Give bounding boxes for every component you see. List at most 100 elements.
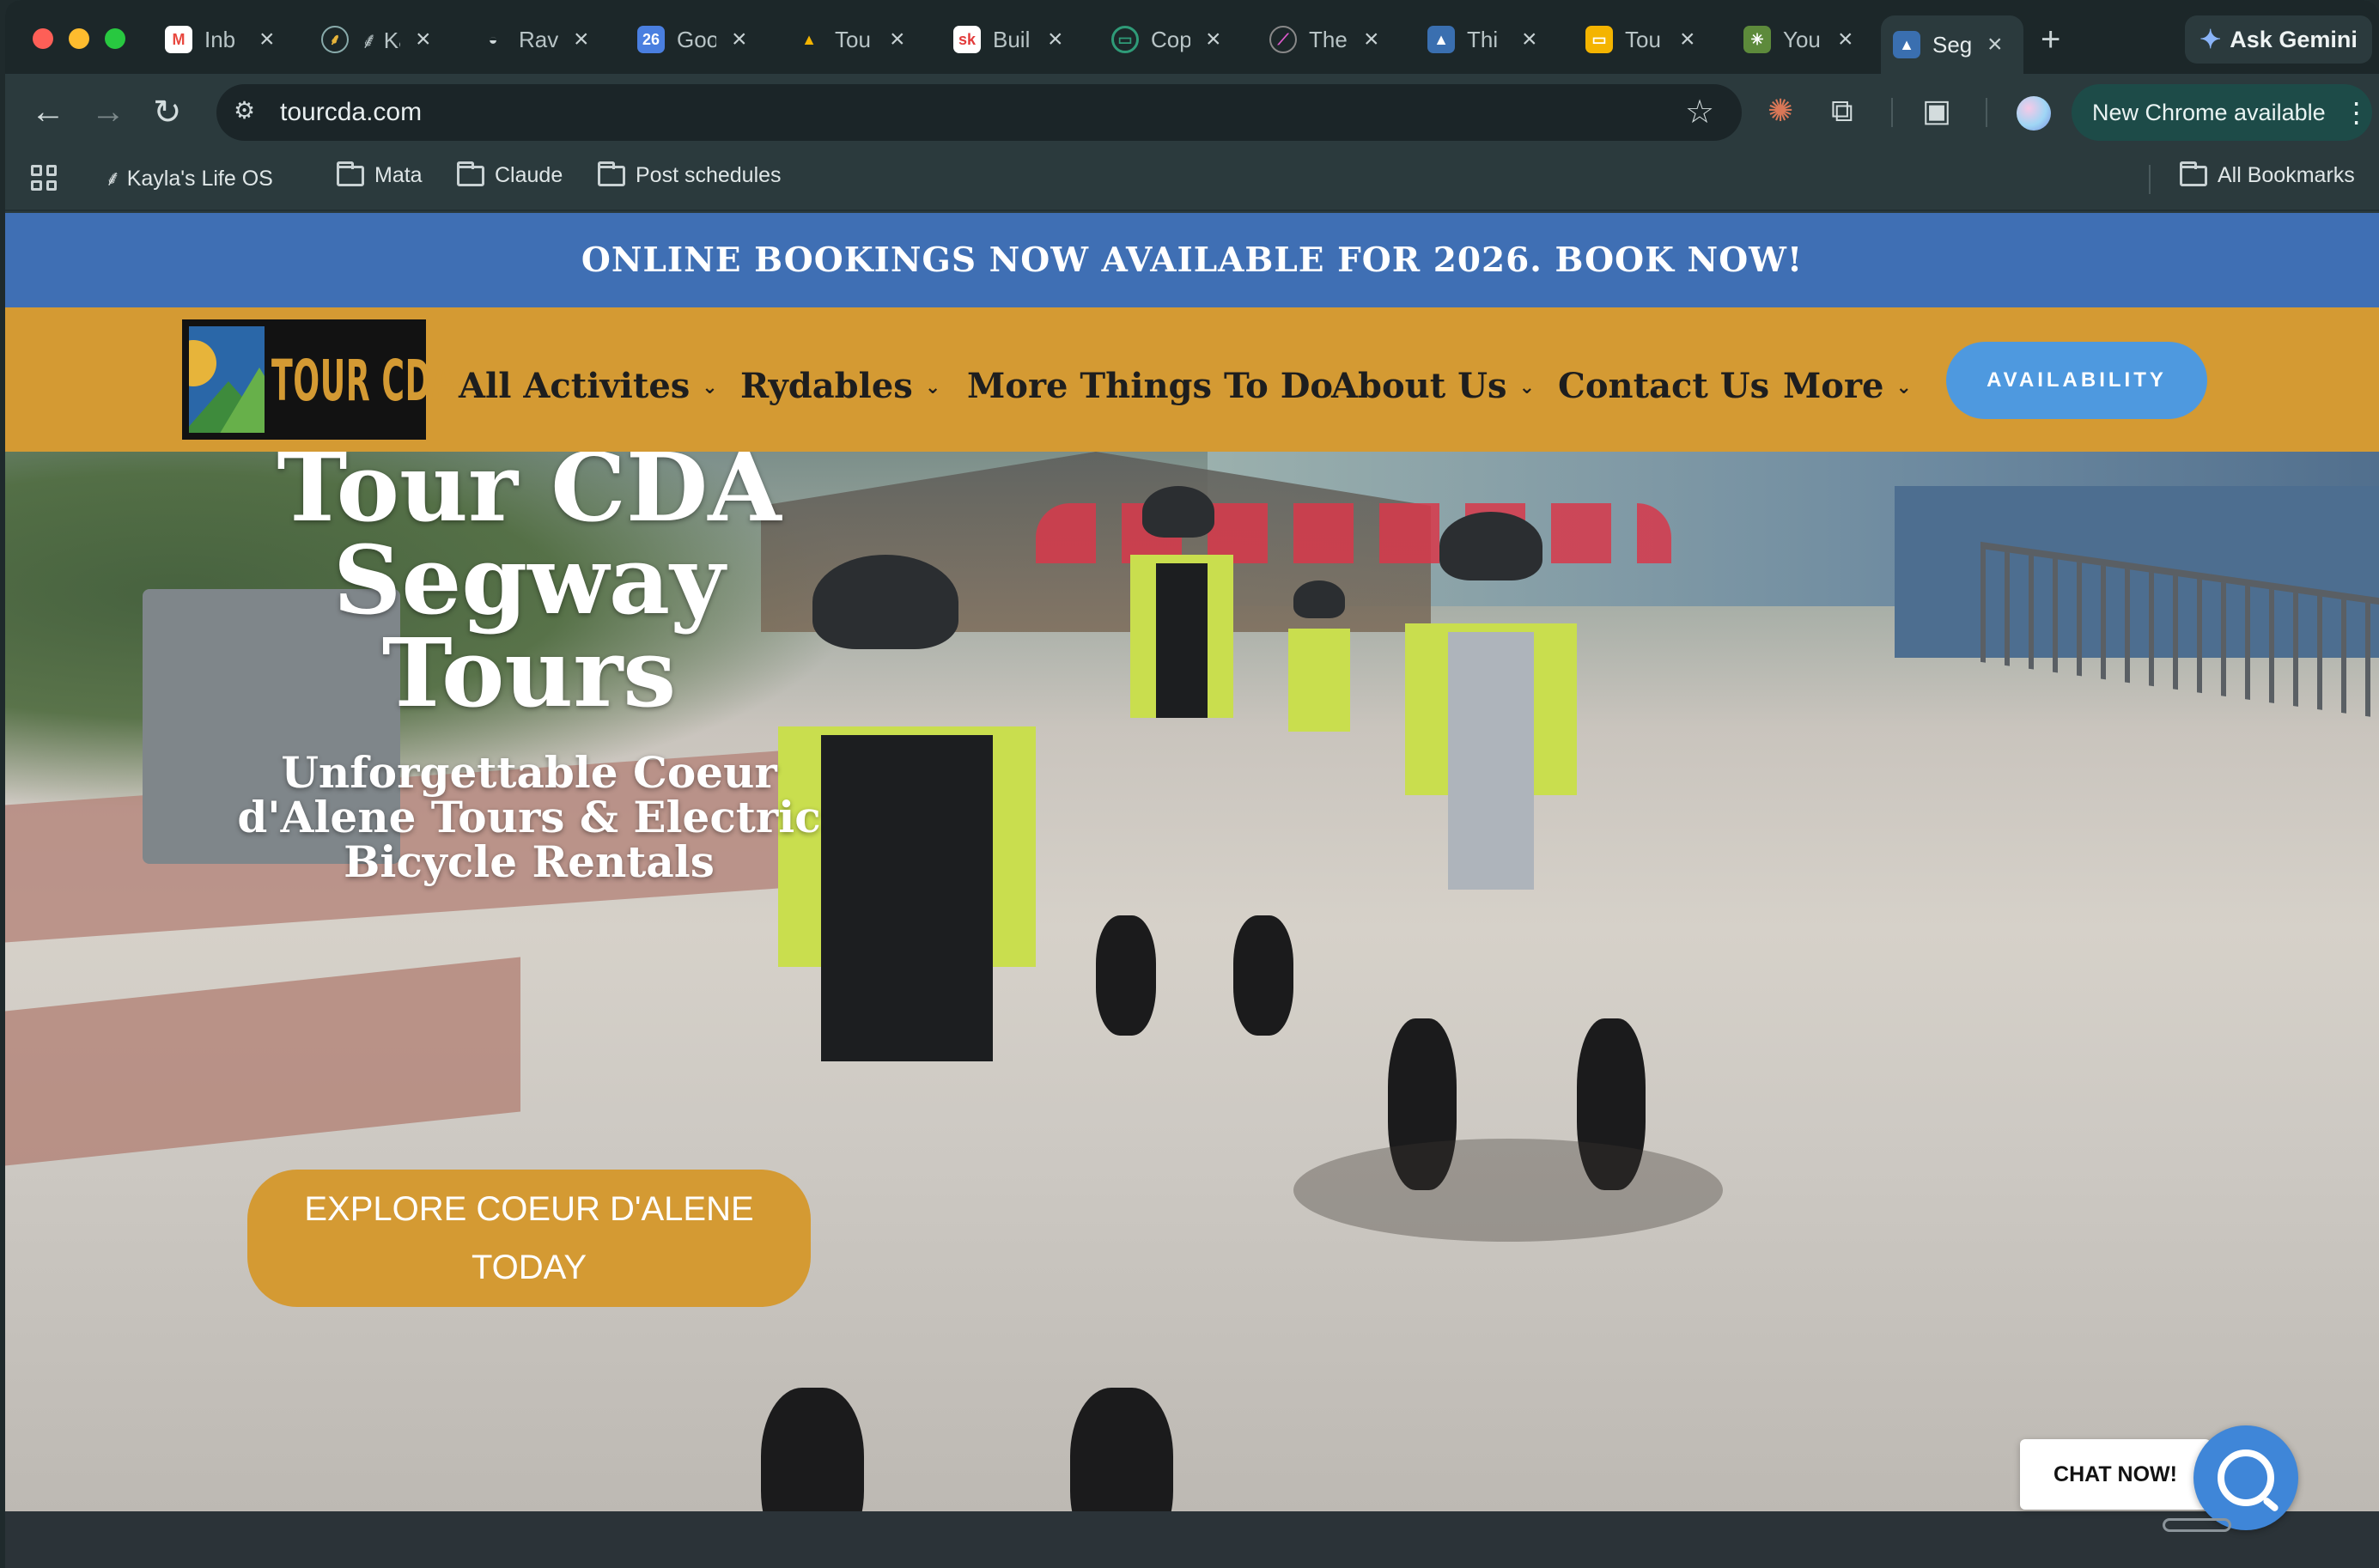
image-icon: ▲ xyxy=(1893,31,1920,58)
tab-title: ⸙ Ka xyxy=(361,27,400,53)
extensions-icon[interactable]: ⧉ xyxy=(1831,93,1853,130)
more-menu-icon: ⋮ xyxy=(2342,97,2370,128)
address-bar[interactable] xyxy=(216,84,1742,141)
tab-title: The xyxy=(1309,26,1348,52)
tab-thi[interactable]: ▲ Thi × xyxy=(1415,15,1549,64)
site-info-icon[interactable]: ⚙ xyxy=(234,96,266,129)
calendar-icon: 26 xyxy=(637,26,665,53)
tab-title: You xyxy=(1783,26,1821,52)
update-label: New Chrome available xyxy=(2092,99,2326,125)
tab-copilot[interactable]: ▭ Cop × xyxy=(1099,15,1233,64)
reading-mode-icon[interactable]: ▣ xyxy=(1922,93,1951,129)
minimize-window-button[interactable] xyxy=(69,28,89,49)
chat-widget-button[interactable] xyxy=(2193,1425,2298,1530)
tab-the[interactable]: ⟋ The × xyxy=(1257,15,1391,64)
close-tab-icon[interactable]: × xyxy=(1987,30,2003,59)
tab-you[interactable]: ✳ You × xyxy=(1731,15,1865,64)
bookmark-star-icon[interactable]: ☆ xyxy=(1685,93,1714,131)
nav-more-things-to-do[interactable]: More Things To Do xyxy=(967,366,1333,406)
close-tab-icon[interactable]: × xyxy=(1838,25,1853,54)
bookmark-folder-claude[interactable]: Claude xyxy=(457,161,563,188)
chevron-down-icon: ⌄ xyxy=(1895,377,1912,398)
reload-icon[interactable]: ↻ xyxy=(153,93,182,132)
close-tab-icon[interactable]: × xyxy=(1364,25,1379,54)
tab-slides[interactable]: ▭ Tou × xyxy=(1573,15,1707,64)
back-icon[interactable]: ← xyxy=(31,93,65,131)
close-window-button[interactable] xyxy=(33,28,53,49)
url-text[interactable]: tourcda.com xyxy=(280,98,422,127)
promo-banner[interactable]: ONLINE BOOKINGS NOW AVAILABLE FOR 2026. … xyxy=(5,213,2379,307)
gemini-sparkle-icon: ✦ xyxy=(2200,25,2222,54)
availability-label: AVAILABILITY xyxy=(1987,368,2167,392)
close-tab-icon[interactable]: × xyxy=(1680,25,1695,54)
scroll-indicator xyxy=(2163,1518,2231,1532)
toolbar-divider xyxy=(1986,98,1987,127)
site-header: TOUR CDA All Activites ⌄ Rydables ⌄ More T… xyxy=(5,307,2379,452)
close-tab-icon[interactable]: × xyxy=(416,25,431,54)
close-tab-icon[interactable]: × xyxy=(1206,25,1221,54)
nav-all-activities[interactable]: All Activites ⌄ xyxy=(459,366,718,406)
nav-label: More xyxy=(1783,366,1884,406)
forward-icon[interactable]: → xyxy=(91,93,125,131)
close-tab-icon[interactable]: × xyxy=(890,25,905,54)
availability-button[interactable]: AVAILABILITY xyxy=(1946,342,2207,419)
hero-title: Tour CDA Segway Tours xyxy=(277,452,782,728)
folder-icon xyxy=(598,161,625,186)
new-chrome-available-button[interactable]: New Chrome available ⋮ xyxy=(2072,84,2372,141)
tab-build[interactable]: sk Buil × xyxy=(941,15,1075,64)
copilot-icon: ▭ xyxy=(1111,26,1139,53)
chat-now-label[interactable]: CHAT NOW! xyxy=(2020,1439,2211,1510)
explore-cta-button[interactable]: EXPLORE COEUR D'ALENE TODAY xyxy=(247,1170,811,1307)
nav-rydables[interactable]: Rydables ⌄ xyxy=(740,366,940,406)
close-tab-icon[interactable]: × xyxy=(259,25,275,54)
new-tab-icon[interactable]: + xyxy=(2041,21,2060,59)
nav-label: Rydables xyxy=(740,366,913,406)
tab-google-calendar[interactable]: 26 Goo × xyxy=(625,15,759,64)
bookmark-folder-mata[interactable]: Mata xyxy=(337,161,423,188)
close-tab-icon[interactable]: × xyxy=(1522,25,1537,54)
bookmark-label: Claude xyxy=(495,163,563,187)
tab-title: Tou xyxy=(835,26,871,52)
chat-label-text: CHAT NOW! xyxy=(2053,1462,2177,1486)
nav-more[interactable]: More ⌄ xyxy=(1783,366,1912,406)
zoom-window-button[interactable] xyxy=(105,28,125,49)
bookmark-kaylas-life-os[interactable]: ⸙ Kayla's Life OS xyxy=(105,163,273,192)
all-bookmarks-button[interactable]: All Bookmarks xyxy=(2180,161,2355,188)
nav-contact-us[interactable]: Contact Us xyxy=(1558,366,1769,406)
next-section-strip xyxy=(5,1511,2379,1568)
tab-rav[interactable]: ◒ Rav × xyxy=(467,15,601,64)
tab-gmail[interactable]: M Inb × xyxy=(153,15,287,64)
tab-title: Inb xyxy=(204,26,236,52)
sk-icon: sk xyxy=(953,26,981,53)
tab-title: Tou xyxy=(1625,26,1661,52)
drive-icon: ▲ xyxy=(801,30,817,48)
tab-title: Rav xyxy=(519,26,558,52)
tab-title: Seg xyxy=(1932,31,1972,58)
chevron-down-icon: ⌄ xyxy=(1518,377,1536,398)
tab-title: Goo xyxy=(677,26,716,52)
web-page: ONLINE BOOKINGS NOW AVAILABLE FOR 2026. … xyxy=(5,213,2379,1568)
image-icon: ▲ xyxy=(1427,26,1455,53)
apps-grid-icon[interactable] xyxy=(31,165,57,191)
cta-label: EXPLORE COEUR D'ALENE TODAY xyxy=(304,1190,754,1286)
tab-kayla[interactable]: ⸙ ⸙ Ka × xyxy=(309,15,443,64)
gmail-icon: M xyxy=(165,26,192,53)
bookmark-label: Post schedules xyxy=(636,163,782,187)
nav-label: About Us xyxy=(1331,366,1507,406)
promo-banner-text: ONLINE BOOKINGS NOW AVAILABLE FOR 2026. … xyxy=(581,240,1804,280)
close-tab-icon[interactable]: × xyxy=(732,25,747,54)
pattern-icon: ✳ xyxy=(1743,26,1771,53)
site-logo[interactable]: TOUR CDA xyxy=(182,319,455,440)
nav-label: More Things To Do xyxy=(967,366,1334,406)
tab-drive[interactable]: ▲ Tou × xyxy=(783,15,917,64)
tab-segway-active[interactable]: ▲ Seg × xyxy=(1881,15,2023,74)
close-tab-icon[interactable]: × xyxy=(1048,25,1063,54)
nav-label: Contact Us xyxy=(1558,366,1770,406)
browser-window: M Inb × ⸙ ⸙ Ka × ◒ Rav × 26 Goo × ▲ Tou … xyxy=(5,0,2379,1568)
nav-about-us[interactable]: About Us ⌄ xyxy=(1331,366,1535,406)
profile-avatar[interactable] xyxy=(2017,96,2051,131)
close-tab-icon[interactable]: × xyxy=(574,25,589,54)
ask-gemini-button[interactable]: ✦ Ask Gemini xyxy=(2185,15,2372,64)
bookmark-folder-post-schedules[interactable]: Post schedules xyxy=(598,161,782,188)
claude-extension-icon[interactable]: ✺ xyxy=(1768,93,1793,129)
